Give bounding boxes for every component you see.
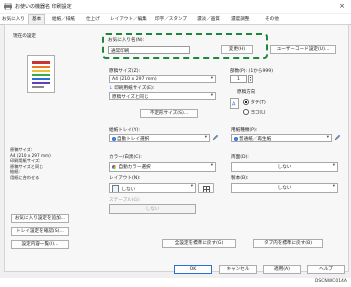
copies-label: 部数(P): (1から999) xyxy=(230,69,274,74)
tab-favorites[interactable]: お気に入り xyxy=(2,16,25,22)
apply-button[interactable]: 適用(A) xyxy=(263,265,301,274)
input-tray-select[interactable]: i 自動トレイ選択 ▾ xyxy=(109,134,210,142)
layout-select[interactable]: しない ▾ xyxy=(109,183,196,193)
duplex-label: 両面(D): xyxy=(231,155,249,160)
page-preview xyxy=(27,55,55,93)
portrait-radio[interactable]: タテ(T) xyxy=(243,99,266,106)
duplex-value: しない xyxy=(277,165,292,170)
summary-line: 用紙に合わせる xyxy=(10,174,40,180)
print-size-label-text: 印刷用紙サイズ(E): xyxy=(114,86,155,91)
chevron-down-icon: ▾ xyxy=(210,163,213,168)
orientation-label: 原稿方向 xyxy=(237,90,256,95)
print-size-select[interactable]: 原稿サイズと同じ ▾ xyxy=(109,92,216,100)
user-code-button[interactable]: ユーザーコード設定(U)... xyxy=(270,45,336,54)
close-icon[interactable]: × xyxy=(339,2,345,10)
chevron-down-icon: ▾ xyxy=(210,76,213,81)
booklet-label: 製本(B): xyxy=(231,176,249,181)
check-tray-button[interactable]: トレイ設定を確認(S)... xyxy=(11,227,69,236)
stepper-down-icon[interactable]: ▾ xyxy=(249,79,252,82)
layout-value: しない xyxy=(121,187,136,193)
info-icon: i xyxy=(112,136,116,141)
staple-value: しない xyxy=(145,207,160,212)
portrait-page-icon: A xyxy=(230,98,239,109)
color-select[interactable]: 自動カラー選択 ▾ xyxy=(109,162,216,172)
color-label: カラー/白黒(C): xyxy=(109,155,142,160)
favorite-name-label: お気に入り名(N): xyxy=(108,38,145,43)
paper-type-label: 用紙種類(P): xyxy=(231,128,258,133)
tab-layout[interactable]: レイアウト／編集 xyxy=(110,16,147,22)
help-button[interactable]: ヘルプ xyxy=(307,265,345,274)
staple-select: しない xyxy=(109,204,196,214)
duplex-select[interactable]: しない ▾ xyxy=(231,162,338,172)
printer-settings-window: お使いの機器名 印刷設定 × お気に入り 基本 給紙／排紙 仕上げ レイアウト／… xyxy=(0,0,351,287)
add-favorite-button[interactable]: お気に入り設定を追加... xyxy=(11,214,69,223)
booklet-select[interactable]: しない ▾ xyxy=(231,183,338,193)
original-size-value: A4 (210 x 297 mm) xyxy=(112,77,157,82)
custom-size-button[interactable]: 不定形サイズ(S)... xyxy=(140,109,198,118)
color-value: 自動カラー選択 xyxy=(118,165,151,170)
ok-button[interactable]: OK xyxy=(174,265,212,274)
tab-stamp[interactable]: 印字／スタンプ xyxy=(155,16,187,22)
landscape-radio[interactable]: ヨコ(L) xyxy=(243,109,265,116)
staple-label: ステープル(G): xyxy=(109,198,141,203)
tab-paper[interactable]: 給紙／排紙 xyxy=(52,16,75,22)
figure-code: DSCNWC014A xyxy=(314,279,347,284)
settings-panel: 現在の設定 原稿サイズ: A4 (210 x 297 mm) 印刷用紙サイズ: … xyxy=(4,24,349,272)
pen-icon[interactable] xyxy=(212,134,219,141)
radio-unselected-icon[interactable] xyxy=(243,109,249,115)
tab-density[interactable]: 濃度調整 xyxy=(231,16,249,22)
layout-label: レイアウト(N): xyxy=(109,176,141,181)
arrow-down-icon: ↓ xyxy=(109,86,113,91)
title-bar: お使いの機器名 印刷設定 × xyxy=(0,0,351,13)
status-strip: DSCNWC014A xyxy=(0,278,351,287)
print-size-value: 原稿サイズと同じ xyxy=(112,95,149,100)
tab-quality[interactable]: 濃淡／画質 xyxy=(197,16,220,22)
favorite-name-field[interactable]: 通常印刷 xyxy=(108,46,190,54)
chevron-down-icon: ▾ xyxy=(326,135,329,140)
original-size-select[interactable]: A4 (210 x 297 mm) ▾ xyxy=(109,75,216,83)
copies-stepper[interactable]: ▴ ▾ xyxy=(248,75,253,83)
booklet-value: しない xyxy=(277,186,292,191)
pen-icon[interactable] xyxy=(334,134,341,141)
cancel-button[interactable]: キャンセル xyxy=(219,265,257,274)
restore-tab-button[interactable]: タブ内を標準に戻す(B) xyxy=(253,239,323,248)
paper-type-value: 普通紙／再生紙 xyxy=(239,137,272,142)
input-tray-value: 自動トレイ選択 xyxy=(117,137,150,142)
layout-page-icon xyxy=(112,185,119,192)
paper-type-select[interactable]: i 普通紙／再生紙 ▾ xyxy=(231,134,332,142)
copies-input[interactable]: 1 xyxy=(230,75,247,83)
current-settings-heading: 現在の設定 xyxy=(13,34,36,39)
layout-detail-button[interactable] xyxy=(198,183,214,193)
window-title: お使いの機器名 印刷設定 xyxy=(15,4,72,10)
chevron-down-icon: ▾ xyxy=(190,184,193,189)
landscape-label: ヨコ(L) xyxy=(250,110,266,116)
tab-other[interactable]: その他 xyxy=(265,16,279,22)
change-button[interactable]: 変更(H) xyxy=(221,45,253,54)
radio-selected-icon[interactable] xyxy=(243,99,249,105)
tab-finishing[interactable]: 仕上げ xyxy=(86,16,100,22)
restore-all-button[interactable]: 全設定を標準に戻す(G) xyxy=(162,239,236,248)
chevron-down-icon: ▾ xyxy=(210,93,213,98)
chevron-down-icon: ▾ xyxy=(332,184,335,189)
input-tray-label: 給紙トレイ(Y): xyxy=(109,128,140,133)
chevron-down-icon: ▾ xyxy=(204,135,207,140)
grid-icon xyxy=(202,186,210,192)
original-size-label: 原稿サイズ(Z): xyxy=(109,69,141,74)
settings-list-button[interactable]: 設定内容一覧(I)... xyxy=(11,240,69,249)
printer-icon xyxy=(4,3,12,10)
print-size-label: ↓ 印刷用紙サイズ(E): xyxy=(109,85,154,91)
svg-text:A: A xyxy=(232,102,236,108)
color-mode-icon xyxy=(112,164,116,169)
chevron-down-icon: ▾ xyxy=(332,163,335,168)
info-icon: i xyxy=(234,136,238,141)
portrait-label: タテ(T) xyxy=(250,100,266,106)
current-settings-summary: 原稿サイズ: A4 (210 x 297 mm) 印刷用紙サイズ: 原稿サイズと… xyxy=(10,147,70,181)
